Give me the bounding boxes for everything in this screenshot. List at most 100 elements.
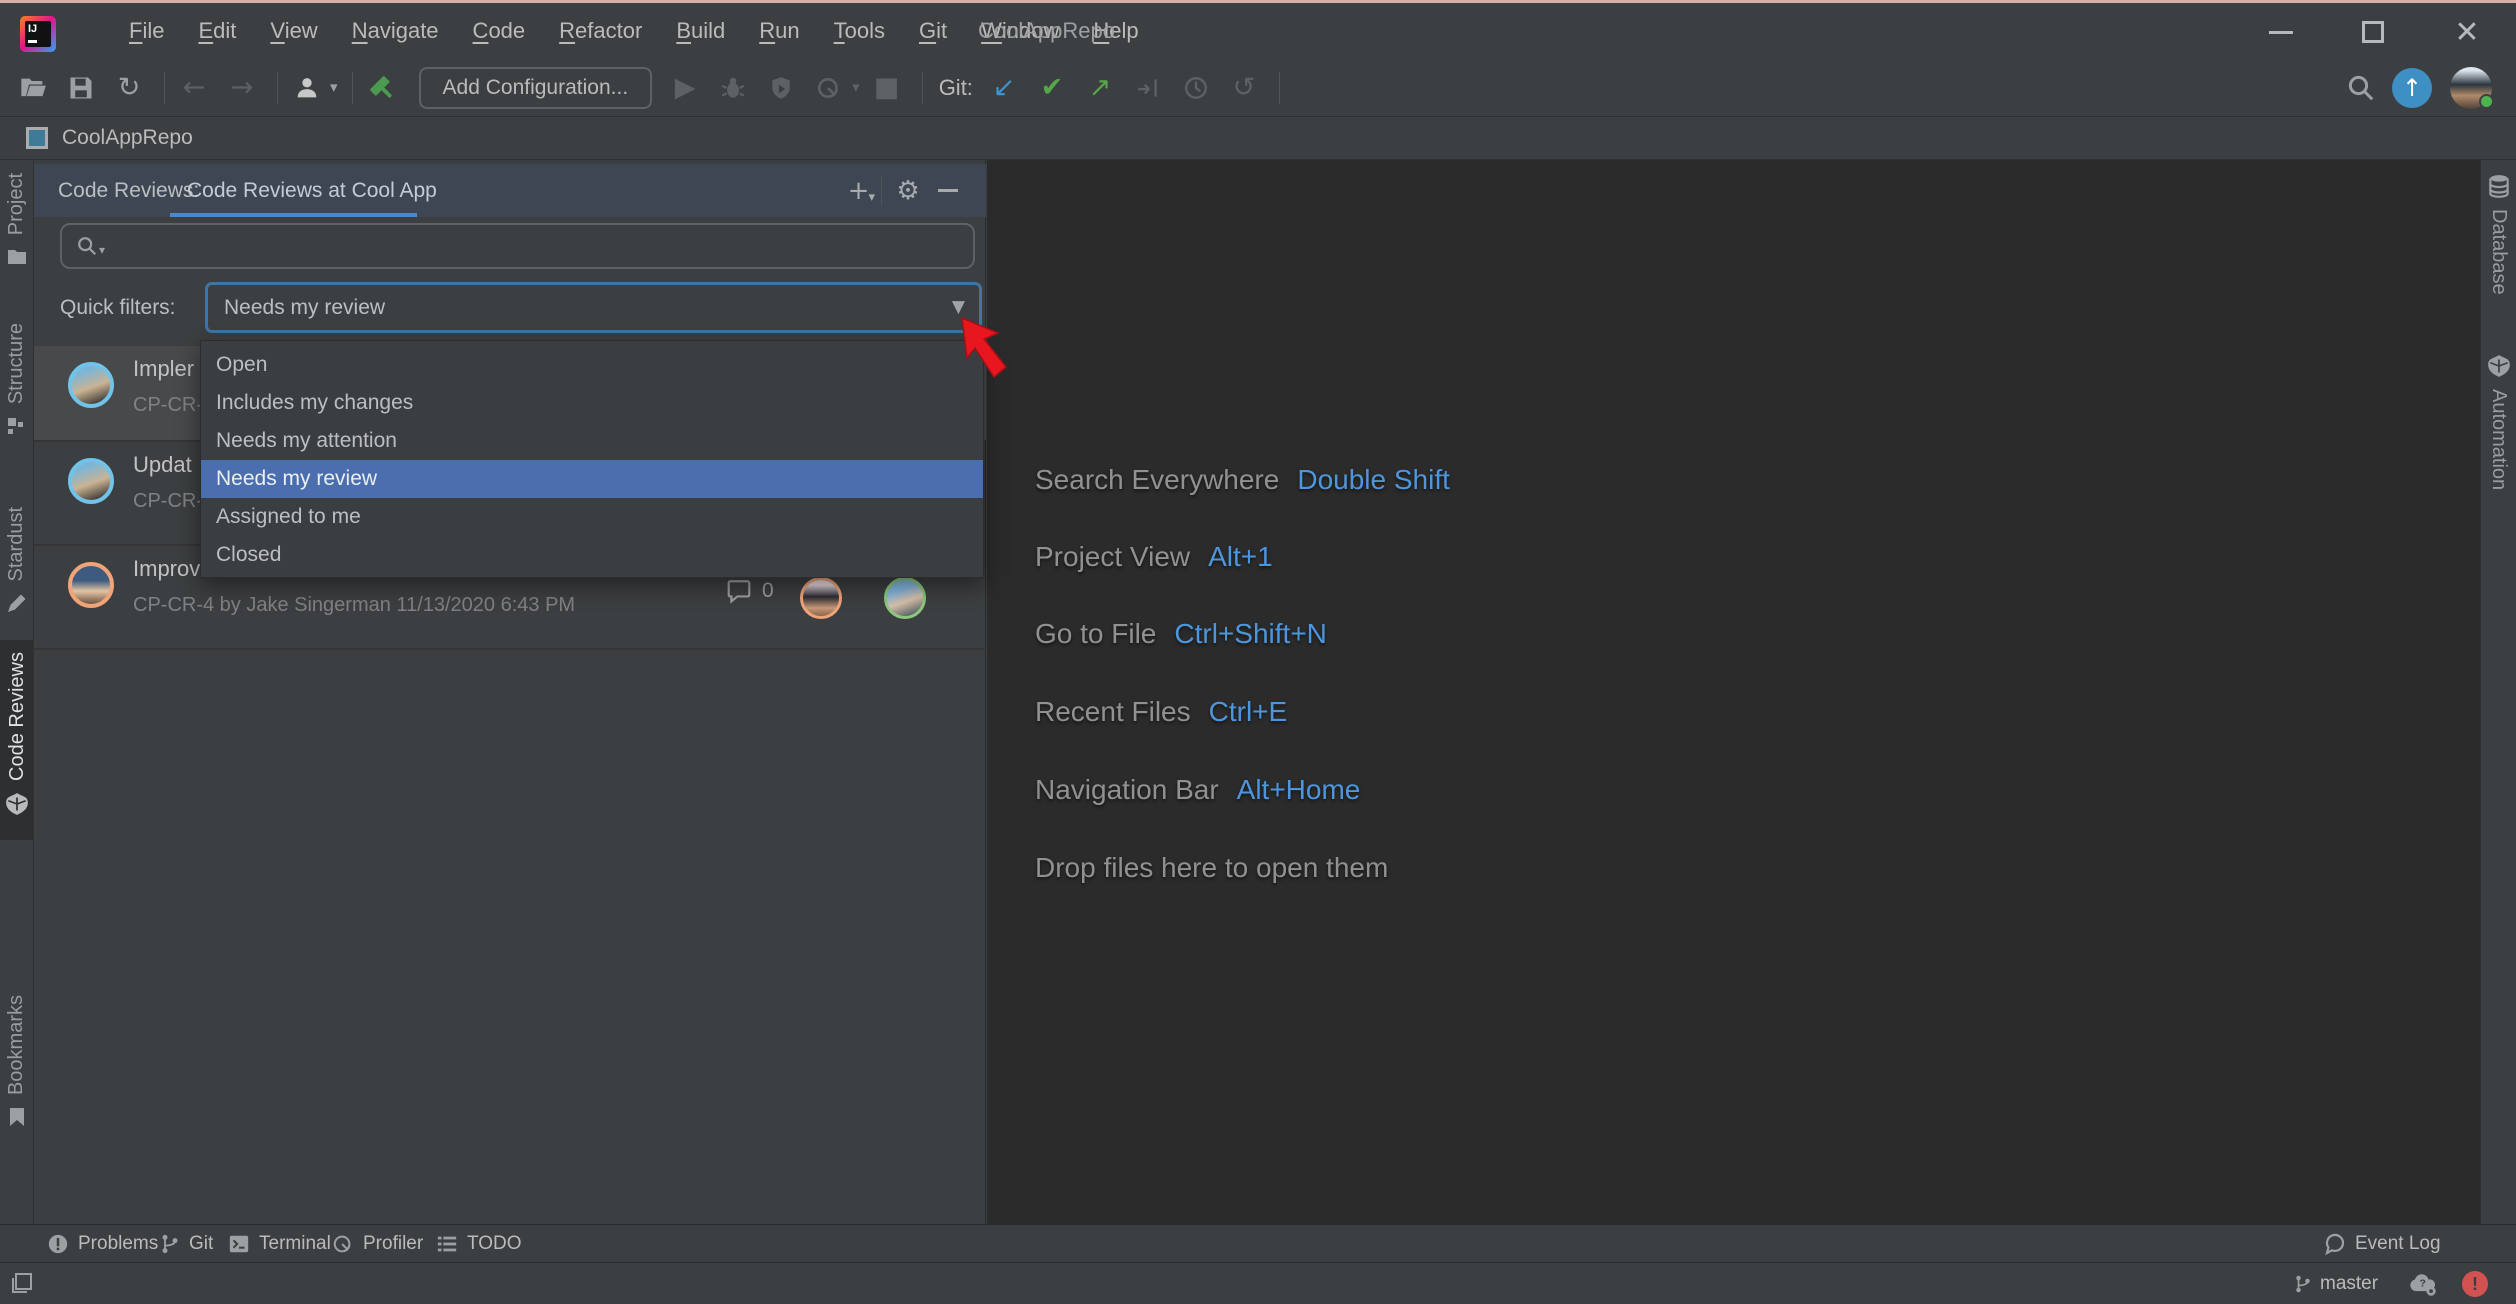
- dropdown-item-needs-my-review[interactable]: Needs my review: [201, 460, 983, 498]
- window-title: CoolAppRepo: [978, 3, 1115, 59]
- shortcut-keys: Double Shift: [1297, 464, 1450, 496]
- menu-view[interactable]: View: [253, 18, 334, 44]
- event-log-balloon-icon: [2322, 1232, 2346, 1256]
- editor-empty-area: Search Everywhere Double Shift Project V…: [987, 160, 2480, 1225]
- sidebar-item-database[interactable]: Database: [2481, 173, 2516, 295]
- rollback-icon[interactable]: ↺: [1227, 71, 1261, 105]
- review-search-field[interactable]: ▾: [60, 223, 975, 269]
- menu-code[interactable]: Code: [456, 18, 543, 44]
- review-author-avatar: [68, 362, 114, 408]
- toolwindow-button-problems[interactable]: Problems: [47, 1225, 158, 1263]
- profiler-icon: [332, 1233, 354, 1255]
- sidebar-item-structure[interactable]: Structure: [0, 323, 33, 438]
- branch-icon: [2294, 1274, 2312, 1294]
- build-hammer-icon[interactable]: [365, 71, 399, 105]
- quick-filters-dropdown: Open Includes my changes Needs my attent…: [200, 340, 984, 578]
- code-reviews-tool-window: Code Reviews: Code Reviews at Cool App +…: [34, 160, 986, 1225]
- shortcut-hint: Project View Alt+1: [1035, 539, 1273, 575]
- quick-filters-value: Needs my review: [224, 296, 385, 320]
- menu-file[interactable]: File: [112, 18, 181, 44]
- history-clock-icon[interactable]: [1179, 71, 1213, 105]
- project-module-icon: [26, 127, 48, 149]
- close-button[interactable]: ✕: [2450, 15, 2484, 49]
- open-folder-icon[interactable]: [16, 71, 50, 105]
- dropdown-item-open[interactable]: Open: [201, 346, 983, 384]
- run-dropdown-caret-icon: ▾: [852, 80, 860, 95]
- menu-build[interactable]: Build: [659, 18, 742, 44]
- review-title: Impler: [133, 356, 194, 382]
- pencil-icon: [5, 591, 29, 615]
- drop-files-hint: Drop files here to open them: [1035, 850, 1388, 886]
- menu-git[interactable]: Git: [902, 18, 964, 44]
- gear-icon[interactable]: ⚙: [888, 171, 928, 211]
- toolwindow-button-terminal[interactable]: Terminal: [228, 1225, 331, 1263]
- status-bar: master ? !: [0, 1262, 2516, 1304]
- git-cherry-pick-icon[interactable]: [1131, 71, 1165, 105]
- run-icon[interactable]: ▶: [668, 71, 702, 105]
- toolwindow-button-git[interactable]: Git: [160, 1225, 213, 1263]
- sidebar-item-stardust[interactable]: Stardust: [0, 507, 33, 615]
- main-toolbar: ↻ ← → ▾ Add Configuration... ▶ ▾ ■ Git: …: [0, 59, 2516, 117]
- review-title: Updat: [133, 452, 192, 478]
- combobox-dropdown-icon[interactable]: ▼: [952, 299, 965, 316]
- quick-filters-label: Quick filters:: [60, 282, 176, 333]
- shortcut-keys: Ctrl+Shift+N: [1174, 618, 1327, 650]
- search-icon: [76, 235, 98, 257]
- search-input[interactable]: [111, 233, 973, 259]
- review-author-avatar: [68, 458, 114, 504]
- cloud-sync-icon[interactable]: ?: [2408, 1269, 2438, 1302]
- menu-tools[interactable]: Tools: [817, 18, 902, 44]
- user-avatar[interactable]: [2450, 67, 2492, 109]
- todo-list-icon: [436, 1233, 458, 1255]
- cursor-arrow: [958, 316, 1020, 390]
- shortcut-hint: Navigation Bar Alt+Home: [1035, 772, 1360, 808]
- toolwindow-button-event-log[interactable]: Event Log: [2322, 1225, 2441, 1263]
- sidebar-item-code-reviews[interactable]: Code Reviews: [0, 640, 34, 840]
- dropdown-item-needs-my-attention[interactable]: Needs my attention: [201, 422, 983, 460]
- tab-code-reviews-at-cool-app[interactable]: Code Reviews at Cool App: [170, 164, 454, 217]
- add-configuration-button[interactable]: Add Configuration...: [419, 67, 653, 109]
- git-update-icon[interactable]: ↙: [987, 71, 1021, 105]
- menu-run[interactable]: Run: [742, 18, 816, 44]
- branch-name: master: [2320, 1273, 2378, 1295]
- profiler-icon[interactable]: [812, 71, 846, 105]
- stop-icon[interactable]: ■: [870, 71, 904, 105]
- shortcut-keys: Ctrl+E: [1209, 696, 1288, 728]
- forward-icon[interactable]: →: [225, 71, 259, 105]
- debug-icon[interactable]: [716, 71, 750, 105]
- menu-edit[interactable]: Edit: [181, 18, 253, 44]
- layout-toggle-icon[interactable]: [10, 1271, 34, 1300]
- sidebar-item-bookmarks[interactable]: Bookmarks: [0, 995, 33, 1129]
- ide-update-icon[interactable]: ↑: [2392, 68, 2432, 108]
- left-tool-stripe: Project Structure Stardust Code Reviews …: [0, 160, 34, 1225]
- save-icon[interactable]: [64, 71, 98, 105]
- git-branch-widget[interactable]: master: [2294, 1263, 2378, 1304]
- search-everywhere-icon[interactable]: [2344, 71, 2378, 105]
- sidebar-item-project[interactable]: Project: [0, 173, 33, 269]
- user-profile-icon[interactable]: [290, 71, 324, 105]
- git-push-icon[interactable]: ↗: [1083, 71, 1117, 105]
- menu-refactor[interactable]: Refactor: [542, 18, 659, 44]
- toolwindow-button-profiler[interactable]: Profiler: [332, 1225, 423, 1263]
- sync-icon[interactable]: ↻: [112, 71, 146, 105]
- comment-bubble-icon: [726, 578, 752, 604]
- dropdown-item-closed[interactable]: Closed: [201, 536, 983, 574]
- minimize-button[interactable]: [2264, 15, 2298, 49]
- dropdown-item-assigned-to-me[interactable]: Assigned to me: [201, 498, 983, 536]
- back-icon[interactable]: ←: [177, 71, 211, 105]
- sidebar-item-automation[interactable]: Automation: [2481, 353, 2516, 490]
- right-tool-stripe: Database Automation: [2480, 160, 2516, 1225]
- maximize-button[interactable]: [2356, 15, 2390, 49]
- toolwindow-button-todo[interactable]: TODO: [436, 1225, 522, 1263]
- dropdown-item-includes-my-changes[interactable]: Includes my changes: [201, 384, 983, 422]
- review-title: Improv: [133, 556, 200, 582]
- hide-icon[interactable]: [928, 171, 968, 211]
- automation-icon: [2486, 353, 2512, 379]
- breadcrumb-project[interactable]: CoolAppRepo: [62, 126, 193, 150]
- menu-navigate[interactable]: Navigate: [335, 18, 456, 44]
- git-commit-icon[interactable]: ✔: [1035, 71, 1069, 105]
- coverage-icon[interactable]: [764, 71, 798, 105]
- review-id: CP-CR-: [133, 490, 203, 513]
- error-notification-badge[interactable]: !: [2462, 1271, 2488, 1297]
- quick-filters-combobox[interactable]: Needs my review ▼: [205, 282, 982, 333]
